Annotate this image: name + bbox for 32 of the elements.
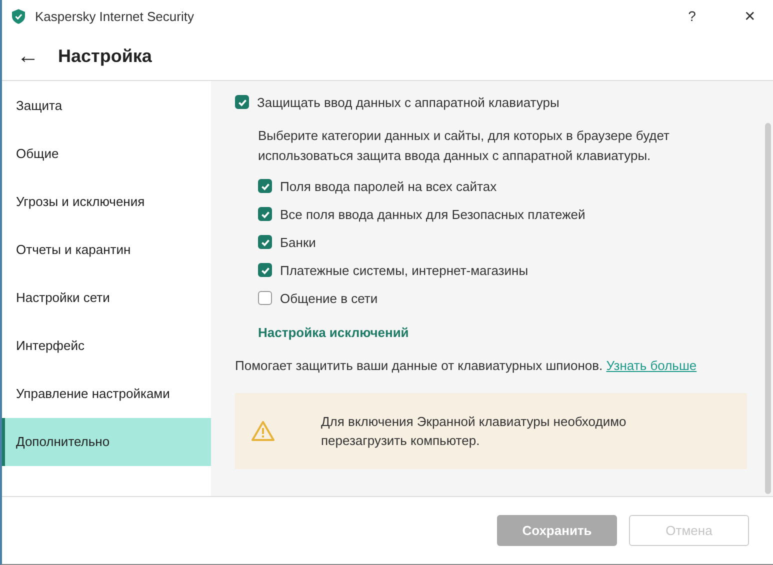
checkbox-label: Банки xyxy=(280,234,316,250)
close-button[interactable]: ✕ xyxy=(727,0,773,32)
checkbox-label: Защищать ввод данных с аппаратной клавиатуры xyxy=(257,94,560,110)
checkbox[interactable] xyxy=(258,263,272,277)
checkbox[interactable] xyxy=(258,235,272,249)
window-title: Kaspersky Internet Security xyxy=(35,8,194,24)
exclusions-link[interactable]: Настройка исключений xyxy=(258,325,409,340)
checkbox[interactable] xyxy=(258,207,272,221)
checkbox[interactable] xyxy=(235,95,249,109)
description-text: Выберите категории данных и сайты, для которых в браузере будет использоваться защита ввода данных с аппаратной клавиатуры. xyxy=(258,127,670,165)
back-button[interactable]: ← xyxy=(10,43,46,69)
checkbox[interactable] xyxy=(258,291,272,305)
shield-icon xyxy=(12,8,25,24)
checkbox-label: Все поля ввода данных для Безопасных платежей xyxy=(280,206,586,222)
checkbox-label: Поля ввода паролей на всех сайтах xyxy=(280,178,497,194)
sidebar-item[interactable]: Отчеты и карантин xyxy=(2,226,211,274)
scrollbar[interactable] xyxy=(765,123,771,494)
sidebar-item[interactable]: Настройки сети xyxy=(2,274,211,322)
sidebar-item[interactable]: Дополнительно xyxy=(2,418,211,466)
sidebar-item[interactable]: Управление настройками xyxy=(2,370,211,418)
sidebar-item[interactable]: Угрозы и исключения xyxy=(2,178,211,226)
checkbox-label: Общение в сети xyxy=(280,290,378,306)
warning-text: Для включения Экранной клавиатуры необходимо перезагрузить компьютер. xyxy=(321,413,628,450)
help-button[interactable]: ? xyxy=(669,0,715,32)
warning-icon xyxy=(251,420,275,442)
sidebar-item[interactable]: Общие xyxy=(2,130,211,178)
checkbox-label: Платежные системы, интернет-магазины xyxy=(280,262,528,278)
sidebar-item[interactable]: Защита xyxy=(2,82,211,130)
info-text: Помогает защитить ваши данные от клавиатурных шпионов. xyxy=(235,358,603,373)
sidebar-item[interactable]: Интерфейс xyxy=(2,322,211,370)
page-title: Настройка xyxy=(58,46,152,66)
checkbox[interactable] xyxy=(258,179,272,193)
